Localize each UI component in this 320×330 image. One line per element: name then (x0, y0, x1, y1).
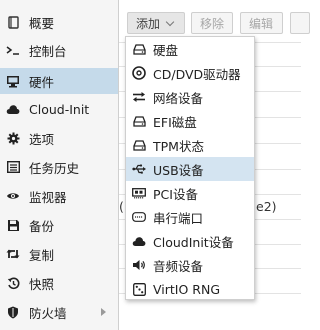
history-icon (6, 276, 20, 290)
shield-icon (6, 305, 20, 319)
floppy-icon (6, 218, 20, 232)
edit-button[interactable]: 编辑 (240, 12, 283, 34)
sidebar-item-snapshots[interactable]: 快照 (0, 270, 118, 296)
volume-icon (132, 258, 146, 272)
sidebar-item-console[interactable]: 控制台 (0, 37, 118, 63)
usb-icon (132, 162, 146, 176)
menu-item-efi-disk[interactable]: EFI磁盘 (126, 109, 254, 133)
menu-item-pci-device[interactable]: PCI设备 (126, 181, 254, 205)
grid-cell-text: e2) (256, 199, 277, 214)
menu-item-hard-disk[interactable]: 硬盘 (126, 37, 254, 61)
sidebar-item-options[interactable]: 选项 (0, 125, 118, 151)
serial-port-icon (132, 210, 146, 224)
pci-card-icon (132, 186, 146, 200)
menu-item-usb-device[interactable]: USB设备 (126, 157, 254, 181)
sidebar-item-cloud-init[interactable]: Cloud-Init (0, 96, 118, 122)
edit-button-label: 编辑 (249, 16, 274, 31)
menu-item-label: 硬盘 (153, 42, 179, 58)
network-exchange-icon (132, 90, 146, 104)
submenu-arrow-icon (101, 308, 106, 316)
gear-icon (6, 131, 20, 145)
dice-icon (132, 282, 146, 296)
add-hardware-menu: 硬盘 CD/DVD驱动器 网络设备 EFI磁盘 TPM状态 USB设备 PCI设… (125, 36, 255, 300)
menu-item-label: 音频设备 (153, 258, 204, 274)
menu-item-cloudinit-drive[interactable]: CloudInit设备 (126, 229, 254, 253)
menu-item-audio-device[interactable]: 音频设备 (126, 253, 254, 277)
menu-item-label: 网络设备 (153, 90, 204, 106)
book-icon (6, 15, 20, 29)
sidebar-item-label: 硬件 (29, 74, 55, 90)
menu-item-label: EFI磁盘 (153, 114, 197, 130)
sidebar-item-label: Cloud-Init (29, 101, 90, 117)
retweet-icon (6, 247, 20, 261)
grid-cell-text: ( (119, 199, 124, 214)
menu-item-label: VirtIO RNG (153, 281, 221, 297)
menu-item-tpm-state[interactable]: TPM状态 (126, 133, 254, 157)
sidebar-item-label: 快照 (29, 276, 55, 292)
menu-item-virtio-rng[interactable]: VirtIO RNG (126, 277, 254, 301)
sidebar-item-firewall[interactable]: 防火墙 (0, 299, 118, 325)
terminal-icon (6, 43, 20, 57)
menu-item-label: TPM状态 (153, 138, 204, 154)
hdd-icon (132, 114, 146, 128)
cdrom-icon (132, 66, 146, 80)
hdd-icon (132, 138, 146, 152)
remove-button-label: 移除 (200, 16, 225, 31)
cloud-icon (6, 102, 20, 116)
sidebar-item-label: 监视器 (29, 189, 67, 205)
menu-item-label: USB设备 (153, 162, 204, 178)
sidebar-item-hardware[interactable]: 硬件 (0, 68, 118, 94)
sidebar-item-backup[interactable]: 备份 (0, 212, 118, 238)
menu-item-label: CloudInit设备 (153, 234, 234, 250)
sidebar-item-monitor[interactable]: 监视器 (0, 183, 118, 209)
chevron-down-icon (165, 17, 175, 26)
menu-item-label: 串行端口 (153, 210, 204, 226)
sidebar-item-label: 备份 (29, 218, 55, 234)
remove-button[interactable]: 移除 (191, 12, 233, 34)
sidebar-item-summary[interactable]: 概要 (0, 9, 118, 35)
cloud-icon (132, 234, 146, 248)
menu-item-label: PCI设备 (153, 186, 198, 202)
eye-icon (6, 189, 20, 203)
menu-item-cd-dvd-drive[interactable]: CD/DVD驱动器 (126, 61, 254, 85)
sidebar-item-label: 控制台 (29, 43, 67, 59)
sidebar: 概要 控制台 硬件 Cloud-Init 选项 任务历史 监视器 备份 复制 快… (0, 0, 119, 330)
sidebar-item-label: 选项 (29, 131, 55, 147)
toolbar-overflow-button[interactable] (290, 12, 310, 34)
sidebar-item-task-history[interactable]: 任务历史 (0, 154, 118, 180)
add-button-label: 添加 (136, 16, 161, 31)
sidebar-item-label: 概要 (29, 15, 55, 31)
add-button[interactable]: 添加 (127, 12, 185, 34)
menu-item-serial-port[interactable]: 串行端口 (126, 205, 254, 229)
sidebar-item-label: 防火墙 (29, 305, 67, 321)
list-icon (6, 160, 20, 174)
monitor-icon (6, 74, 20, 88)
sidebar-item-label: 任务历史 (29, 160, 80, 176)
sidebar-item-label: 复制 (29, 247, 55, 263)
menu-item-network-device[interactable]: 网络设备 (126, 85, 254, 109)
menu-item-label: CD/DVD驱动器 (153, 66, 241, 82)
hdd-icon (132, 42, 146, 56)
sidebar-item-replication[interactable]: 复制 (0, 241, 118, 267)
